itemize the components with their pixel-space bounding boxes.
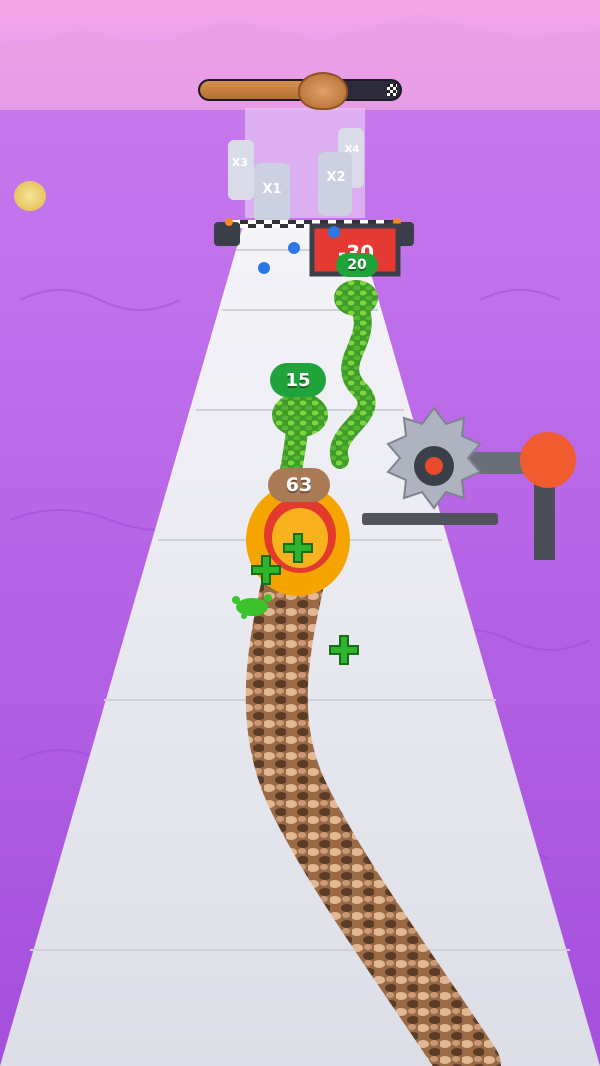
enemy-count-badge: 20 (336, 253, 378, 277)
multiplier-label-x3: X3 (232, 156, 248, 169)
blue-orb (288, 242, 300, 254)
enemy-snake-head (334, 280, 378, 316)
multiplier-label-x4: X4 (345, 144, 360, 155)
finish-area (228, 108, 365, 223)
coin-icon[interactable] (14, 181, 46, 211)
snake-head-icon (298, 72, 348, 110)
enemy-count-label: 15 (285, 369, 311, 391)
enemy-snake-head (272, 393, 328, 437)
multiplier-pillar-x3 (228, 140, 254, 200)
multiplier-label-x1: X1 (262, 182, 281, 197)
enemy-count-label: 20 (347, 257, 367, 273)
game-scene: X3 X4 X1 X2 -30 (0, 0, 600, 1066)
finish-light-left (225, 218, 233, 226)
enemy-count-badge: 15 (270, 363, 326, 397)
checkered-flag-icon (387, 84, 397, 96)
blue-orb (328, 226, 340, 238)
blue-orb (258, 262, 270, 274)
multiplier-label-x2: X2 (326, 170, 345, 185)
player-count-badge: 63 (268, 468, 330, 502)
player-count-label: 63 (285, 474, 313, 496)
finish-post-left (214, 222, 240, 246)
